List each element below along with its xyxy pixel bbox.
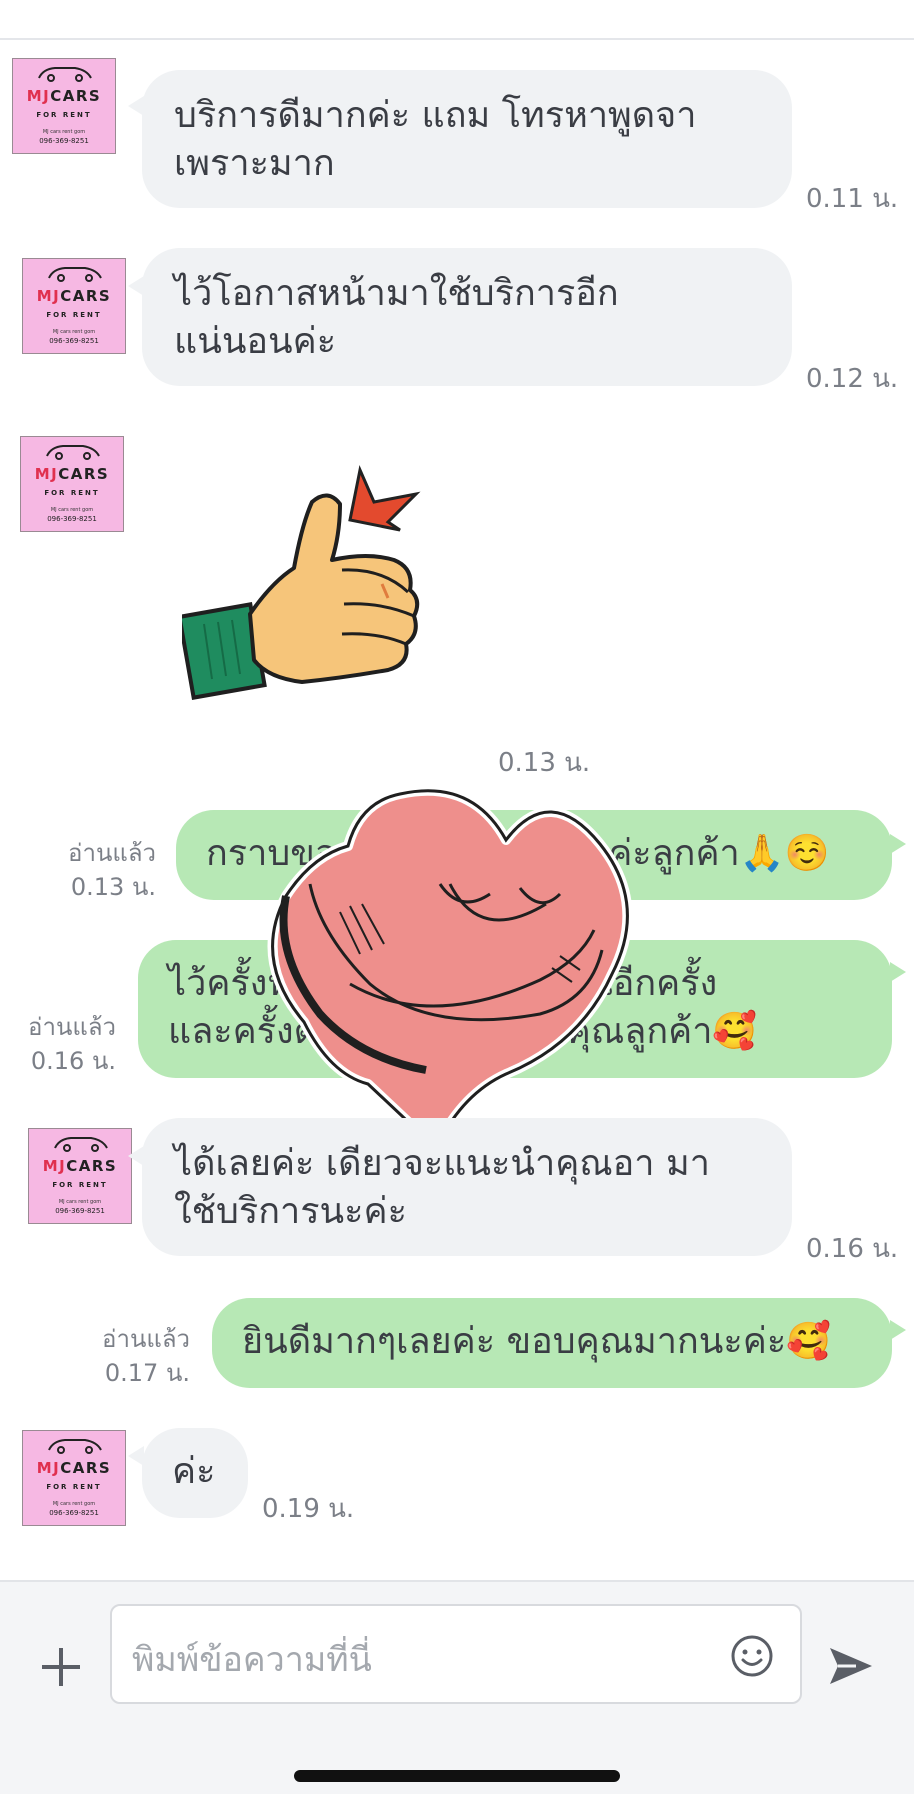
header-divider (0, 38, 914, 40)
message-text: ไว้โอกาสหน้ามาใช้บริการอีก (174, 273, 619, 314)
avatar-phone: 096-369-8251 (55, 1207, 105, 1215)
message-input[interactable]: พิมพ์ข้อความที่นี่ (110, 1604, 802, 1704)
avatar-phone: 096-369-8251 (47, 515, 97, 523)
message-time: 0.19 น. (262, 1494, 355, 1524)
message-text: เพราะมาก (174, 143, 335, 184)
message-bubble-incoming[interactable]: บริการดีมากค่ะ แถม โทรหาพูดจา เพราะมาก (142, 70, 792, 208)
message-input-bar: พิมพ์ข้อความที่นี่ (0, 1580, 914, 1794)
avatar-line: MJ cars rent gom (52, 1501, 96, 1507)
input-placeholder: พิมพ์ข้อความที่นี่ (132, 1640, 372, 1680)
message-bubble-incoming[interactable]: ได้เลยค่ะ เดียวจะแนะนำคุณอา มา ใช้บริการ… (142, 1118, 792, 1256)
thumbs-up-sticker[interactable] (182, 464, 432, 724)
avatar-subtitle: FOR RENT (46, 311, 102, 319)
avatar-brand: MJCARS (42, 1157, 118, 1175)
message-text: ยินดีมากๆเลยค่ะ ขอบคุณมากนะค่ะ🥰 (242, 1321, 831, 1362)
read-receipt: อ่านแล้ว 0.16 น. (28, 1013, 116, 1075)
avatar-brand: MJCARS (36, 287, 112, 305)
send-icon[interactable] (826, 1644, 874, 1688)
avatar-brand: MJCARS (34, 465, 110, 483)
avatar-brand: MJCARS (36, 1459, 112, 1477)
avatar-subtitle: FOR RENT (44, 489, 100, 497)
avatar-line: MJ cars rent gom (58, 1199, 102, 1205)
home-indicator (294, 1770, 620, 1782)
message-text: ค่ะ (172, 1451, 216, 1492)
message-bubble-incoming[interactable]: ไว้โอกาสหน้ามาใช้บริการอีก แน่นอนค่ะ (142, 248, 792, 386)
bubble-tail (890, 834, 906, 854)
hug-heart-sticker[interactable] (250, 784, 690, 1150)
message-bubble-incoming[interactable]: ค่ะ (142, 1428, 248, 1518)
car-logo-icon (38, 67, 92, 82)
plus-icon[interactable] (38, 1644, 84, 1690)
avatar-line: MJ cars rent gom (52, 329, 96, 335)
message-text: บริการดีมากค่ะ แถม โทรหาพูดจา (174, 95, 697, 136)
avatar-phone: 096-369-8251 (39, 137, 89, 145)
car-logo-icon (48, 1439, 102, 1454)
smiley-icon[interactable] (730, 1634, 774, 1678)
message-time: 0.13 น. (498, 748, 591, 778)
message-text: แน่นอนค่ะ (174, 321, 337, 362)
sender-avatar[interactable]: MJCARS FOR RENT MJ cars rent gom 096-369… (28, 1128, 132, 1224)
car-logo-icon (46, 445, 100, 460)
sender-avatar[interactable]: MJCARS FOR RENT MJ cars rent gom 096-369… (22, 258, 126, 354)
avatar-subtitle: FOR RENT (36, 111, 92, 119)
message-text: ใช้บริการนะค่ะ (174, 1191, 407, 1232)
message-text: ได้เลยค่ะ เดียวจะแนะนำคุณอา มา (174, 1143, 710, 1184)
sender-avatar[interactable]: MJCARS FOR RENT MJ cars rent gom 096-369… (20, 436, 124, 532)
read-receipt: อ่านแล้ว 0.17 น. (102, 1325, 190, 1387)
read-receipt: อ่านแล้ว 0.13 น. (68, 839, 156, 901)
sender-avatar[interactable]: MJCARS FOR RENT MJ cars rent gom 096-369… (12, 58, 116, 154)
bubble-tail (890, 962, 906, 982)
avatar-line: MJ cars rent gom (50, 507, 94, 513)
car-logo-icon (54, 1137, 108, 1152)
message-bubble-outgoing[interactable]: ยินดีมากๆเลยค่ะ ขอบคุณมากนะค่ะ🥰 (212, 1298, 892, 1388)
message-time: 0.11 น. (806, 184, 899, 214)
avatar-subtitle: FOR RENT (46, 1483, 102, 1491)
message-time: 0.16 น. (806, 1234, 899, 1264)
bubble-tail (890, 1320, 906, 1340)
avatar-phone: 096-369-8251 (49, 1509, 99, 1517)
avatar-line: MJ cars rent gom (42, 129, 86, 135)
avatar-brand: MJCARS (26, 87, 102, 105)
sender-avatar[interactable]: MJCARS FOR RENT MJ cars rent gom 096-369… (22, 1430, 126, 1526)
message-time: 0.12 น. (806, 364, 899, 394)
avatar-phone: 096-369-8251 (49, 337, 99, 345)
avatar-subtitle: FOR RENT (52, 1181, 108, 1189)
car-logo-icon (48, 267, 102, 282)
